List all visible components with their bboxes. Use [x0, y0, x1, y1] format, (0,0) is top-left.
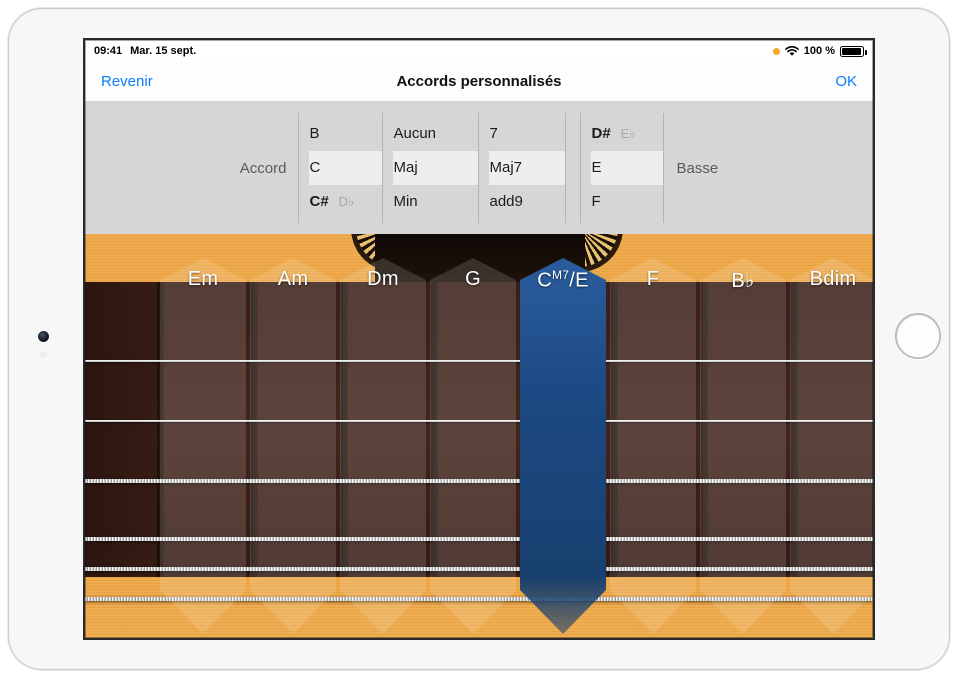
front-camera-icon — [38, 331, 49, 342]
picker-row-selected[interactable]: Maj — [393, 151, 478, 185]
battery-percent-label: 100 % — [804, 45, 835, 57]
chord-bass: /E — [569, 270, 589, 292]
picker-row[interactable]: D# E♭ — [591, 117, 663, 151]
picker-label-accord: Accord — [228, 160, 299, 177]
picker-row-label: D# — [591, 117, 610, 151]
picker-row[interactable]: Aucun — [393, 117, 478, 151]
picker-row-label: Min — [393, 185, 417, 219]
chord-root: C — [537, 270, 552, 292]
picker-row-label: Maj7 — [489, 151, 522, 185]
chord-button-f[interactable]: F — [610, 234, 696, 638]
status-date: Mar. 15 sept. — [130, 45, 196, 57]
picker-row[interactable]: 7 — [489, 117, 565, 151]
chord-label: G — [430, 268, 516, 291]
ipad-screen: 09:41 Mar. 15 sept. 100 % Revenir Acco — [85, 40, 873, 638]
done-button[interactable]: OK — [835, 73, 857, 90]
chord-button-am[interactable]: Am — [250, 234, 336, 638]
picker-wheels: B C C# D♭ — [298, 113, 664, 223]
picker-wheel-bass[interactable]: D# E♭ E F — [580, 113, 664, 223]
status-bar: 09:41 Mar. 15 sept. 100 % — [85, 40, 873, 62]
picker-wheel-root[interactable]: B C C# D♭ — [298, 113, 382, 223]
chord-label: B♭ — [700, 268, 786, 293]
picker-row-label: F — [591, 185, 600, 219]
chord-buttons: Em Am Dm G CM7/E F B♭ Bdim — [85, 234, 873, 638]
picker-wheel-extension[interactable]: 7 Maj7 add9 — [478, 113, 566, 223]
chord-button-bdim[interactable]: Bdim — [790, 234, 873, 638]
chord-label: F — [610, 268, 696, 291]
picker-row-label: B — [309, 117, 319, 151]
home-button[interactable] — [895, 313, 941, 359]
chord-button-cmaj7-e[interactable]: CM7/E — [520, 234, 606, 638]
wifi-icon — [785, 46, 799, 57]
chord-label: Bdim — [790, 268, 873, 291]
picker-row[interactable]: Min — [393, 185, 478, 219]
picker-row-label: Maj — [393, 151, 417, 185]
chord-label: CM7/E — [520, 268, 606, 293]
picker-row-label: E — [591, 151, 601, 185]
chord-button-dm[interactable]: Dm — [340, 234, 426, 638]
picker-row[interactable]: C# D♭ — [309, 185, 382, 219]
back-button[interactable]: Revenir — [101, 73, 153, 90]
status-time: 09:41 — [94, 45, 122, 57]
picker-wheel-quality[interactable]: Aucun Maj Min — [382, 113, 478, 223]
picker-row-enharmonic: D♭ — [339, 185, 355, 219]
picker-row-selected[interactable]: C — [309, 151, 382, 185]
picker-row-label: C# — [309, 185, 328, 219]
picker-row-selected[interactable]: E — [591, 151, 663, 185]
ambient-sensor-icon — [40, 351, 47, 358]
picker-row-label: add9 — [489, 185, 522, 219]
status-bar-left: 09:41 Mar. 15 sept. — [94, 45, 196, 57]
picker-row[interactable]: F — [591, 185, 663, 219]
chord-button-g[interactable]: G — [430, 234, 516, 638]
guitar-chord-strip: Em Am Dm G CM7/E F B♭ Bdim — [85, 234, 873, 638]
page-title: Accords personnalisés — [85, 73, 873, 90]
chord-button-bflat[interactable]: B♭ — [700, 234, 786, 638]
picker-label-basse: Basse — [664, 160, 730, 177]
chord-label: Dm — [340, 268, 426, 291]
picker-row-label: 7 — [489, 117, 497, 151]
chord-extension: M7 — [552, 268, 569, 282]
navigation-bar: Revenir Accords personnalisés OK — [85, 62, 873, 102]
recording-indicator-icon — [773, 48, 780, 55]
picker-row-enharmonic: E♭ — [621, 117, 636, 151]
battery-icon — [840, 46, 864, 57]
picker-row-label: C — [309, 151, 320, 185]
chord-label: Am — [250, 268, 336, 291]
picker-row[interactable]: add9 — [489, 185, 565, 219]
picker-row[interactable]: B — [309, 117, 382, 151]
chord-picker-panel: Accord B C C# D♭ — [85, 102, 873, 234]
picker-row-selected[interactable]: Maj7 — [489, 151, 565, 185]
picker-row-label: Aucun — [393, 117, 436, 151]
chord-button-em[interactable]: Em — [160, 234, 246, 638]
status-bar-right: 100 % — [773, 45, 864, 57]
ipad-device: 09:41 Mar. 15 sept. 100 % Revenir Acco — [0, 0, 958, 678]
chord-label: Em — [160, 268, 246, 291]
